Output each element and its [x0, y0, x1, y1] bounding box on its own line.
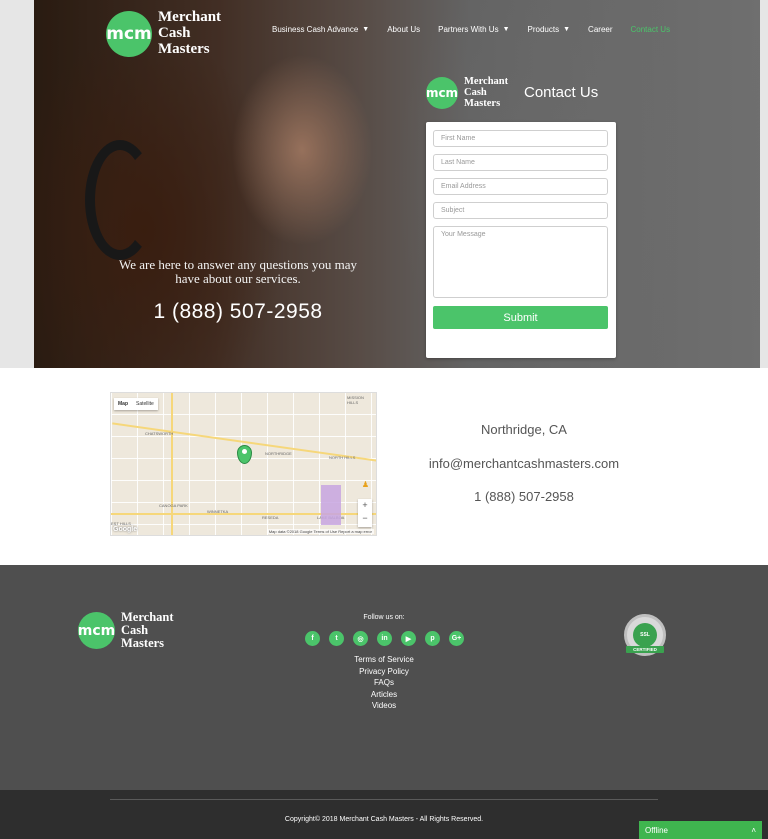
footer-link-articles[interactable]: Articles: [334, 689, 434, 701]
footer-links: Terms of Service Privacy Policy FAQs Art…: [334, 654, 434, 712]
ssl-certified-badge: SSL CERTIFIED: [624, 614, 666, 656]
logo-mark: mcm: [426, 76, 458, 109]
facebook-icon[interactable]: f: [305, 631, 320, 646]
tab-map[interactable]: Map: [114, 398, 132, 410]
linkedin-icon[interactable]: in: [377, 631, 392, 646]
footer-link-privacy[interactable]: Privacy Policy: [334, 666, 434, 678]
chevron-down-icon: ▼: [502, 26, 510, 33]
google-plus-icon[interactable]: G+: [449, 631, 464, 646]
street-view-icon[interactable]: ♟: [362, 480, 369, 489]
instagram-icon[interactable]: ◎: [353, 631, 368, 646]
zoom-out-button[interactable]: −: [358, 512, 372, 525]
footer-link-faqs[interactable]: FAQs: [334, 677, 434, 689]
map-attribution[interactable]: Map data ©2018 Google Terms of Use Repor…: [266, 529, 374, 534]
nav-item-products[interactable]: Products ▼: [528, 25, 571, 34]
pinterest-icon[interactable]: p: [425, 631, 440, 646]
divider: [110, 799, 658, 800]
chevron-down-icon: ▼: [563, 26, 571, 33]
nav-item-career[interactable]: Career: [588, 25, 612, 34]
contact-title: Contact Us: [524, 84, 599, 101]
chevron-down-icon: ▼: [362, 26, 370, 33]
logo-mark: mcm: [78, 612, 115, 650]
last-name-field[interactable]: Last Name: [433, 154, 608, 171]
lock-icon: SSL: [633, 623, 657, 647]
nav-item-contact-us[interactable]: Contact Us: [631, 25, 671, 34]
footer-link-videos[interactable]: Videos: [334, 700, 434, 712]
tab-satellite[interactable]: Satellite: [132, 398, 158, 410]
hero-phone[interactable]: 1 (888) 507-2958: [110, 300, 366, 324]
youtube-icon[interactable]: ▶: [401, 631, 416, 646]
map-highlight-area: [321, 485, 341, 525]
contact-form: First Name Last Name Email Address Subje…: [426, 122, 616, 358]
follow-label: Follow us on:: [363, 614, 405, 621]
main-nav: Business Cash Advance ▼ About Us Partners…: [272, 25, 688, 34]
hero-tagline: We are here to answer any questions you …: [119, 257, 357, 286]
twitter-icon[interactable]: t: [329, 631, 344, 646]
social-links: f t ◎ in ▶ p G+: [305, 631, 473, 646]
message-field[interactable]: Your Message: [433, 226, 608, 298]
info-phone[interactable]: 1 (888) 507-2958: [424, 489, 624, 504]
subject-field[interactable]: Subject: [433, 202, 608, 219]
google-logo: Google: [113, 526, 138, 533]
info-email[interactable]: info@merchantcashmasters.com: [424, 456, 624, 471]
site-logo[interactable]: mcm Merchant Cash Masters: [106, 9, 221, 57]
info-city: Northridge, CA: [481, 422, 567, 437]
nav-item-about-us[interactable]: About Us: [387, 25, 420, 34]
submit-button[interactable]: Submit: [433, 306, 608, 329]
map-type-tabs: Map Satellite: [114, 398, 158, 410]
copyright: Copyright© 2018 Merchant Cash Masters - …: [284, 816, 484, 823]
footer-link-terms[interactable]: Terms of Service: [334, 654, 434, 666]
first-name-field[interactable]: First Name: [433, 130, 608, 147]
nav-item-business-cash-advance[interactable]: Business Cash Advance ▼: [272, 25, 369, 34]
chat-status: Offline: [645, 825, 668, 835]
contact-logo: mcm Merchant Cash Masters: [425, 76, 509, 110]
email-field[interactable]: Email Address: [433, 178, 608, 195]
map-zoom-control: + −: [358, 499, 372, 527]
footer-logo[interactable]: mcm Merchant Cash Masters: [78, 610, 174, 650]
logo-mark: mcm: [106, 10, 152, 57]
nav-item-partners-with-us[interactable]: Partners With Us ▼: [438, 25, 509, 34]
chat-widget[interactable]: Offline ˄: [639, 821, 762, 839]
location-map[interactable]: Map Satellite MISSION HILLS CHATSWORTH N…: [110, 392, 377, 536]
chevron-up-icon[interactable]: ˄: [751, 826, 756, 835]
zoom-in-button[interactable]: +: [358, 499, 372, 512]
